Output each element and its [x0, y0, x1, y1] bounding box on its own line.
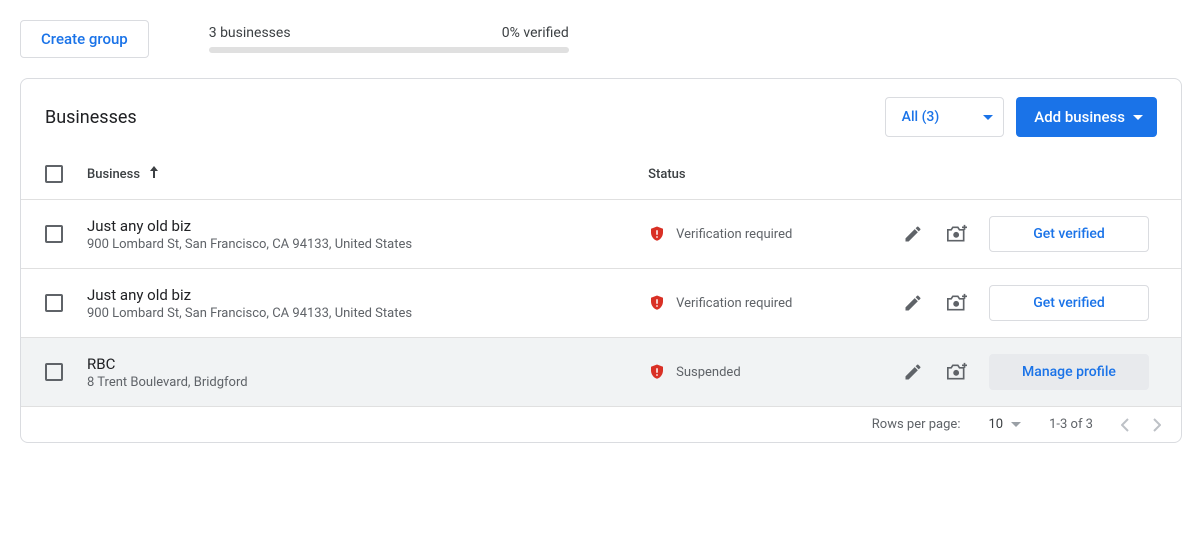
add-photo-icon[interactable]: [945, 360, 969, 384]
next-page-button[interactable]: [1153, 418, 1161, 432]
business-address: 900 Lombard St, San Francisco, CA 94133,…: [87, 306, 624, 321]
sort-ascending-icon: [149, 167, 159, 182]
business-name: Just any old biz: [87, 286, 624, 304]
business-count-text: 3 businesses: [209, 25, 291, 41]
filter-dropdown[interactable]: All (3): [885, 97, 1005, 137]
filter-label: All (3): [902, 109, 940, 125]
businesses-card: Businesses All (3) Add business: [20, 78, 1182, 443]
status-text: Suspended: [676, 365, 741, 380]
rows-per-page-value: 10: [988, 417, 1003, 432]
row-checkbox[interactable]: [45, 294, 63, 312]
table-row: RBC 8 Trent Boulevard, Bridgford Suspended…: [21, 338, 1181, 407]
table-footer: Rows per page: 10 1-3 of 3: [21, 406, 1181, 442]
caret-down-icon: [1011, 422, 1021, 427]
edit-icon[interactable]: [901, 291, 925, 315]
column-header-status: Status: [648, 167, 685, 182]
caret-down-icon: [1133, 112, 1143, 123]
business-name: Just any old biz: [87, 217, 624, 235]
add-business-label: Add business: [1034, 108, 1125, 126]
page-title: Businesses: [45, 107, 137, 128]
business-address: 900 Lombard St, San Francisco, CA 94133,…: [87, 237, 624, 252]
pagination-range-text: 1-3 of 3: [1049, 417, 1093, 432]
alert-shield-icon: [648, 225, 666, 243]
caret-down-icon: [983, 112, 993, 123]
business-address: 8 Trent Boulevard, Bridgford: [87, 375, 624, 390]
alert-shield-icon: [648, 294, 666, 312]
row-action-button[interactable]: Get verified: [989, 285, 1149, 321]
table-row: Just any old biz 900 Lombard St, San Fran…: [21, 269, 1181, 338]
row-action-button[interactable]: Manage profile: [989, 354, 1149, 390]
row-checkbox[interactable]: [45, 225, 63, 243]
row-action-button[interactable]: Get verified: [989, 216, 1149, 252]
table-row: Just any old biz 900 Lombard St, San Fran…: [21, 200, 1181, 269]
rows-per-page-label: Rows per page:: [872, 417, 961, 432]
add-photo-icon[interactable]: [945, 291, 969, 315]
create-group-button[interactable]: Create group: [20, 20, 149, 58]
alert-shield-icon: [648, 363, 666, 381]
column-header-business[interactable]: Business: [87, 167, 140, 182]
row-checkbox[interactable]: [45, 363, 63, 381]
verified-percent-text: 0% verified: [502, 25, 569, 41]
edit-icon[interactable]: [901, 222, 925, 246]
status-text: Verification required: [676, 296, 792, 311]
add-business-button[interactable]: Add business: [1016, 97, 1157, 137]
stats-block: 3 businesses 0% verified: [209, 25, 569, 53]
add-photo-icon[interactable]: [945, 222, 969, 246]
status-text: Verification required: [676, 227, 792, 242]
rows-per-page-select[interactable]: 10: [988, 417, 1021, 432]
businesses-table: Business Status Just any old biz 900 Lomb…: [21, 149, 1181, 406]
business-name: RBC: [87, 355, 624, 373]
edit-icon[interactable]: [901, 360, 925, 384]
verification-progress-bar: [209, 47, 569, 53]
previous-page-button[interactable]: [1121, 418, 1129, 432]
select-all-checkbox[interactable]: [45, 165, 63, 183]
